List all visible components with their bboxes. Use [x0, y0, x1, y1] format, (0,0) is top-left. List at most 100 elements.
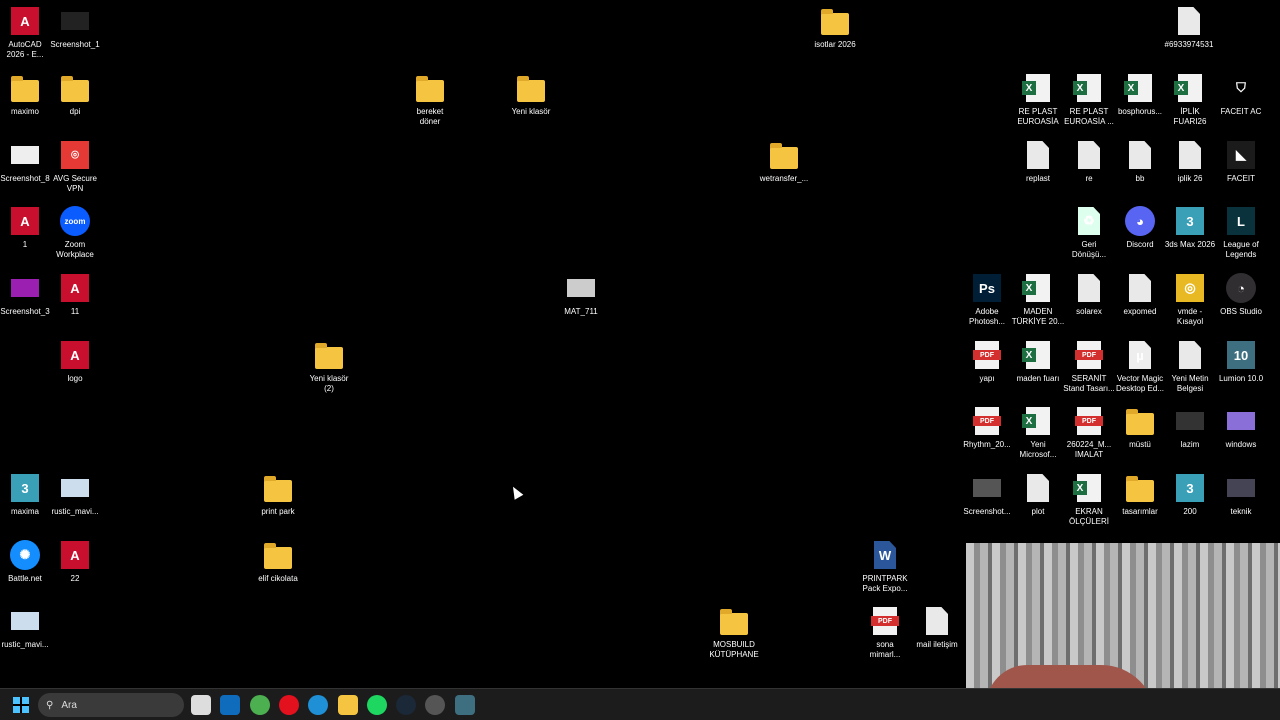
image-icon: [971, 472, 1003, 504]
pdf-icon: [1073, 405, 1105, 437]
desktop-icon[interactable]: solarex: [1061, 272, 1117, 317]
obs-icon[interactable]: [425, 695, 446, 715]
desktop-icon[interactable]: L League of Legends: [1213, 205, 1269, 260]
folder-icon: [1124, 472, 1156, 504]
desktop-icon[interactable]: A 11: [47, 272, 103, 317]
desktop-icon[interactable]: İPLİK FUARI26: [1162, 72, 1218, 127]
desktop-icon-label: OBS Studio: [1220, 307, 1262, 316]
desktop-icon-label: FACEIT: [1226, 174, 1255, 183]
desktop-icon[interactable]: rustic_mavi...: [47, 472, 103, 517]
fbx-icon: A: [59, 272, 91, 304]
desktop-icon[interactable]: ⌾ AVG Secure VPN: [47, 139, 103, 194]
3dsmax-icon: 3: [1174, 205, 1206, 237]
desktop-icon[interactable]: EKRAN ÖLÇÜLERİ: [1061, 472, 1117, 527]
lumion-icon[interactable]: [454, 695, 475, 715]
spotify-icon[interactable]: [366, 695, 387, 715]
desktop-icon[interactable]: MOSBUILD KÜTÜPHANE: [706, 605, 762, 660]
desktop-icon[interactable]: Yeni klasör (2): [301, 339, 357, 394]
desktop-icon[interactable]: 3 200: [1162, 472, 1218, 517]
desktop-icon[interactable]: zoom Zoom Workplace: [47, 205, 103, 260]
excel-icon: [1022, 405, 1054, 437]
desktop-icon[interactable]: iplik 26: [1162, 139, 1218, 184]
desktop-icon[interactable]: W PRINTPARK Pack Expo...: [857, 539, 913, 594]
desktop-icon[interactable]: Yeni klasör: [503, 72, 559, 117]
desktop-icon[interactable]: Alogo: [47, 339, 103, 384]
desktop-icon[interactable]: ♻ Geri Dönüşü...: [1061, 205, 1117, 260]
desktop-icon[interactable]: yapı: [959, 339, 1015, 384]
desktop-icon[interactable]: 260224_M... IMALAT: [1061, 405, 1117, 460]
desktop-icon[interactable]: sona mimarl...: [857, 605, 913, 660]
lumion-icon: 10: [1225, 339, 1257, 371]
desktop-icon-label: MOSBUILD KÜTÜPHANE: [709, 640, 759, 659]
desktop-icon[interactable]: ◔ OBS Studio: [1213, 272, 1269, 317]
desktop-icon[interactable]: lazim: [1162, 405, 1218, 450]
document-icon: [1073, 139, 1105, 171]
desktop-icon[interactable]: RE PLAST EUROASİA ...: [1061, 72, 1117, 127]
windows-start-icon[interactable]: [13, 697, 29, 713]
desktop-icon-label: rustic_mavi...: [1, 640, 49, 649]
edge-icon[interactable]: [308, 695, 329, 715]
desktop-icon[interactable]: wetransfer_...: [756, 139, 812, 184]
desktop-icon[interactable]: ⛉ FACEIT AC: [1213, 72, 1269, 117]
opera-icon[interactable]: [278, 695, 299, 715]
desktop-icon[interactable]: A 22: [47, 539, 103, 584]
desktop-icon[interactable]: Ps Adobe Photosh...: [959, 272, 1015, 327]
desktop-icon[interactable]: 3 3ds Max 2026: [1162, 205, 1218, 250]
desktop-icon[interactable]: Screenshot...: [959, 472, 1015, 517]
folder-icon: [819, 5, 851, 37]
document-icon: [1124, 139, 1156, 171]
desktop-icon[interactable]: windows: [1213, 405, 1269, 450]
image-icon: [1225, 405, 1257, 437]
desktop-icon[interactable]: re: [1061, 139, 1117, 184]
excel-icon: [1073, 72, 1105, 104]
desktop-icon[interactable]: #6933974531: [1161, 5, 1217, 50]
desktop-icon-label: Zoom Workplace: [56, 240, 94, 259]
desktop-icon[interactable]: MADEN TÜRKİYE 20...: [1010, 272, 1066, 327]
steam-icon[interactable]: [396, 695, 417, 715]
desktop-icon[interactable]: ◎ vmde - Kısayol: [1162, 272, 1218, 327]
desktop-icon[interactable]: Screenshot_1: [47, 5, 103, 50]
desktop-icon[interactable]: mail iletişim: [909, 605, 965, 650]
pdf-icon: [869, 605, 901, 637]
desktop-icon[interactable]: Rhythm_20...: [959, 405, 1015, 450]
desktop-icon[interactable]: elif cikolata: [250, 539, 306, 584]
desktop-icon-label: isotlar 2026: [814, 40, 856, 49]
folder-icon: [313, 339, 345, 371]
taskbar: ⚲ Ara: [0, 688, 1280, 720]
desktop-icon[interactable]: A AutoCAD 2026 - E...: [0, 5, 53, 60]
desktop-icon[interactable]: SERANİT Stand Tasarı...: [1061, 339, 1117, 394]
chrome-icon[interactable]: [249, 695, 270, 715]
desktop-icon[interactable]: replast: [1010, 139, 1066, 184]
folder-icon: [262, 472, 294, 504]
desktop-icon-label: teknik: [1230, 507, 1252, 516]
image-icon: [565, 272, 597, 304]
file-explorer-icon[interactable]: [337, 695, 358, 715]
desktop-icon[interactable]: dpi: [47, 72, 103, 117]
desktop-icon[interactable]: RE PLAST EUROASİA: [1010, 72, 1066, 127]
outlook-icon[interactable]: [220, 695, 241, 715]
desktop-icon[interactable]: Yeni Metin Belgesi: [1162, 339, 1218, 394]
desktop-icon[interactable]: teknik: [1213, 472, 1269, 517]
avg-vpn-icon: ⌾: [59, 139, 91, 171]
desktop-icon[interactable]: isotlar 2026: [807, 5, 863, 50]
folder-icon: [768, 139, 800, 171]
taskbar-search[interactable]: ⚲ Ara: [38, 693, 184, 717]
desktop-icon[interactable]: rustic_mavi...: [0, 605, 53, 650]
desktop-icon[interactable]: bereket döner: [402, 72, 458, 127]
search-icon: ⚲: [46, 699, 54, 711]
image-icon: [1225, 472, 1257, 504]
desktop-icon[interactable]: Yeni Microsof...: [1010, 405, 1066, 460]
image-icon: [1174, 405, 1206, 437]
desktop-icon[interactable]: plot: [1010, 472, 1066, 517]
task-view-icon[interactable]: [191, 695, 211, 715]
document-icon: [1174, 139, 1206, 171]
desktop-icon[interactable]: ◣ FACEIT: [1213, 139, 1269, 184]
desktop-icon[interactable]: print park: [250, 472, 306, 517]
desktop-icon[interactable]: 10 Lumion 10.0: [1213, 339, 1269, 384]
desktop-icon[interactable]: MAT_711: [553, 272, 609, 317]
mouse-cursor-icon: [508, 484, 524, 500]
desktop-icon[interactable]: maden fuarı: [1010, 339, 1066, 384]
desktop-icon-label: Yeni klasör (2): [309, 374, 349, 393]
battlenet-icon: ✺: [9, 539, 41, 571]
desktop-icon-label: AVG Secure VPN: [53, 174, 97, 193]
